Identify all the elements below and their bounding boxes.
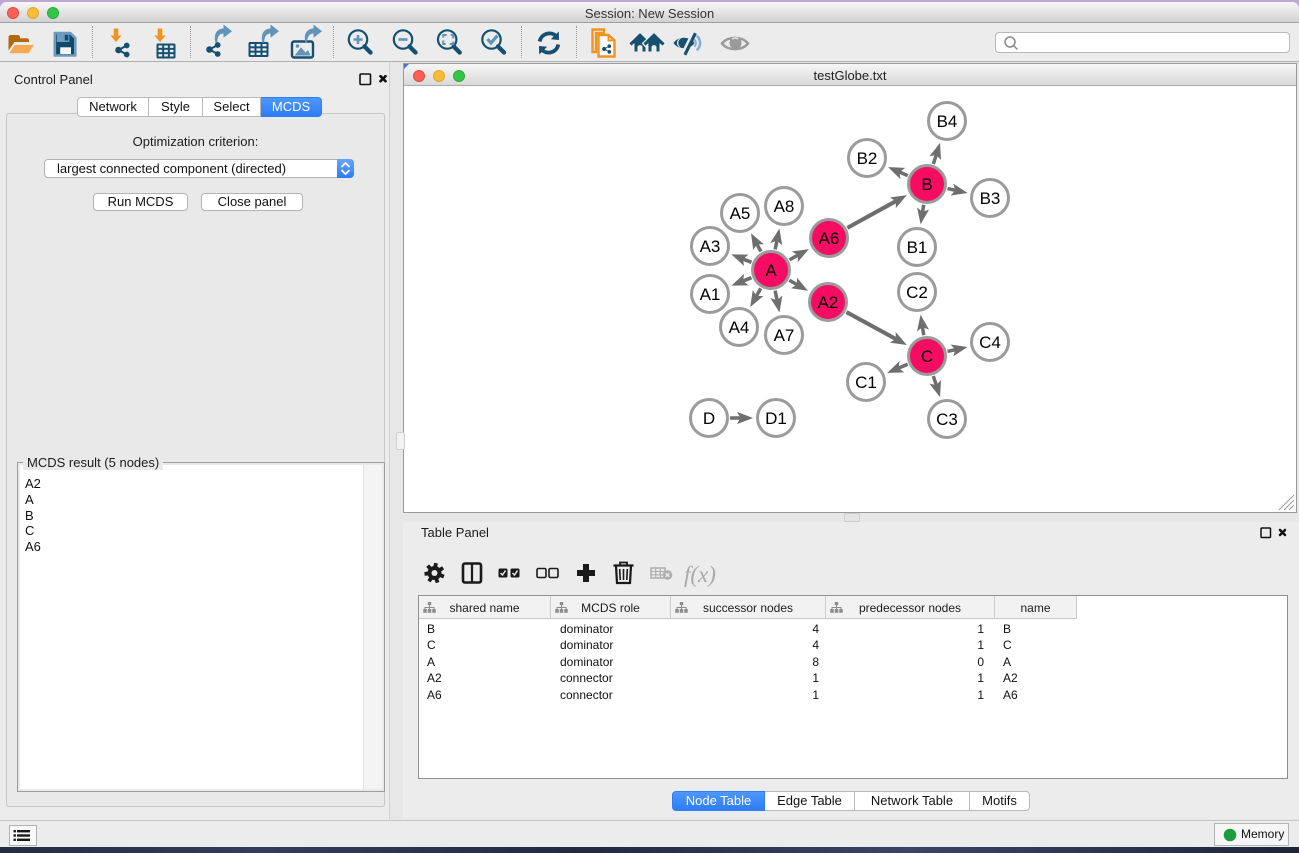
svg-text:A3: A3 <box>700 237 721 256</box>
svg-text:A5: A5 <box>730 204 751 223</box>
svg-text:A7: A7 <box>774 326 795 345</box>
svg-text:C1: C1 <box>855 373 877 392</box>
svg-text:C2: C2 <box>906 283 928 302</box>
svg-text:A8: A8 <box>774 197 795 216</box>
svg-text:B2: B2 <box>857 149 878 168</box>
svg-text:D: D <box>703 409 715 428</box>
svg-text:C3: C3 <box>936 410 958 429</box>
svg-text:C: C <box>921 347 933 366</box>
svg-text:B4: B4 <box>937 112 958 131</box>
svg-text:f(x): f(x) <box>684 562 716 587</box>
svg-text:B3: B3 <box>980 189 1001 208</box>
svg-text:C4: C4 <box>979 333 1001 352</box>
svg-text:A1: A1 <box>700 285 721 304</box>
svg-text:B1: B1 <box>907 238 928 257</box>
svg-text:A4: A4 <box>729 318 750 337</box>
svg-text:A: A <box>765 261 777 280</box>
svg-text:B: B <box>921 175 932 194</box>
svg-text:A2: A2 <box>818 293 839 312</box>
svg-text:D1: D1 <box>765 409 787 428</box>
svg-text:A6: A6 <box>819 229 840 248</box>
